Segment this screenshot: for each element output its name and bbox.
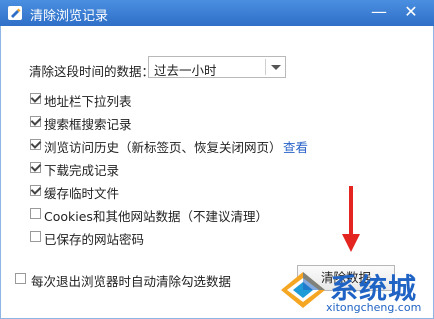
option-label: 浏览访问历史（新标签页、恢复关闭网页）: [44, 140, 282, 155]
watermark-url: xitongcheng.com: [326, 301, 422, 314]
title-bar: 清除浏览记录 — ✕: [0, 0, 434, 26]
watermark-logo-icon: [281, 272, 325, 308]
option-label: 已保存的网站密码: [44, 232, 145, 247]
checkbox[interactable]: [30, 116, 41, 127]
option-label: Cookies和其他网站数据（不建议清理）: [44, 209, 268, 224]
time-range-value: 过去一小时: [154, 63, 217, 78]
option-label: 缓存临时文件: [44, 186, 120, 201]
option-label: 每次退出浏览器时自动清除勾选数据: [31, 274, 232, 289]
option-label: 地址栏下拉列表: [44, 94, 132, 109]
option-label: 下载完成记录: [44, 163, 120, 178]
checkbox[interactable]: [30, 162, 41, 173]
checkbox[interactable]: [30, 93, 41, 104]
dropdown-separator: [265, 59, 266, 75]
view-history-link[interactable]: 查看: [283, 137, 308, 156]
minimize-button[interactable]: —: [368, 2, 390, 24]
option-label: 搜索框搜索记录: [44, 117, 132, 132]
window-title: 清除浏览记录: [30, 9, 109, 24]
clean-brush-icon: [8, 6, 22, 20]
close-button[interactable]: ✕: [400, 2, 422, 24]
time-range-dropdown[interactable]: 过去一小时: [148, 56, 286, 78]
chevron-down-icon[interactable]: [271, 65, 281, 70]
checkbox[interactable]: [15, 273, 26, 284]
checkbox[interactable]: [30, 185, 41, 196]
annotation-arrow-down-icon: [342, 234, 360, 252]
annotation-arrow-shaft: [349, 186, 353, 236]
checkbox[interactable]: [30, 231, 41, 242]
checkbox[interactable]: [30, 208, 41, 219]
checkbox[interactable]: [30, 139, 41, 150]
time-range-label: 清除这段时间的数据：: [29, 64, 155, 79]
